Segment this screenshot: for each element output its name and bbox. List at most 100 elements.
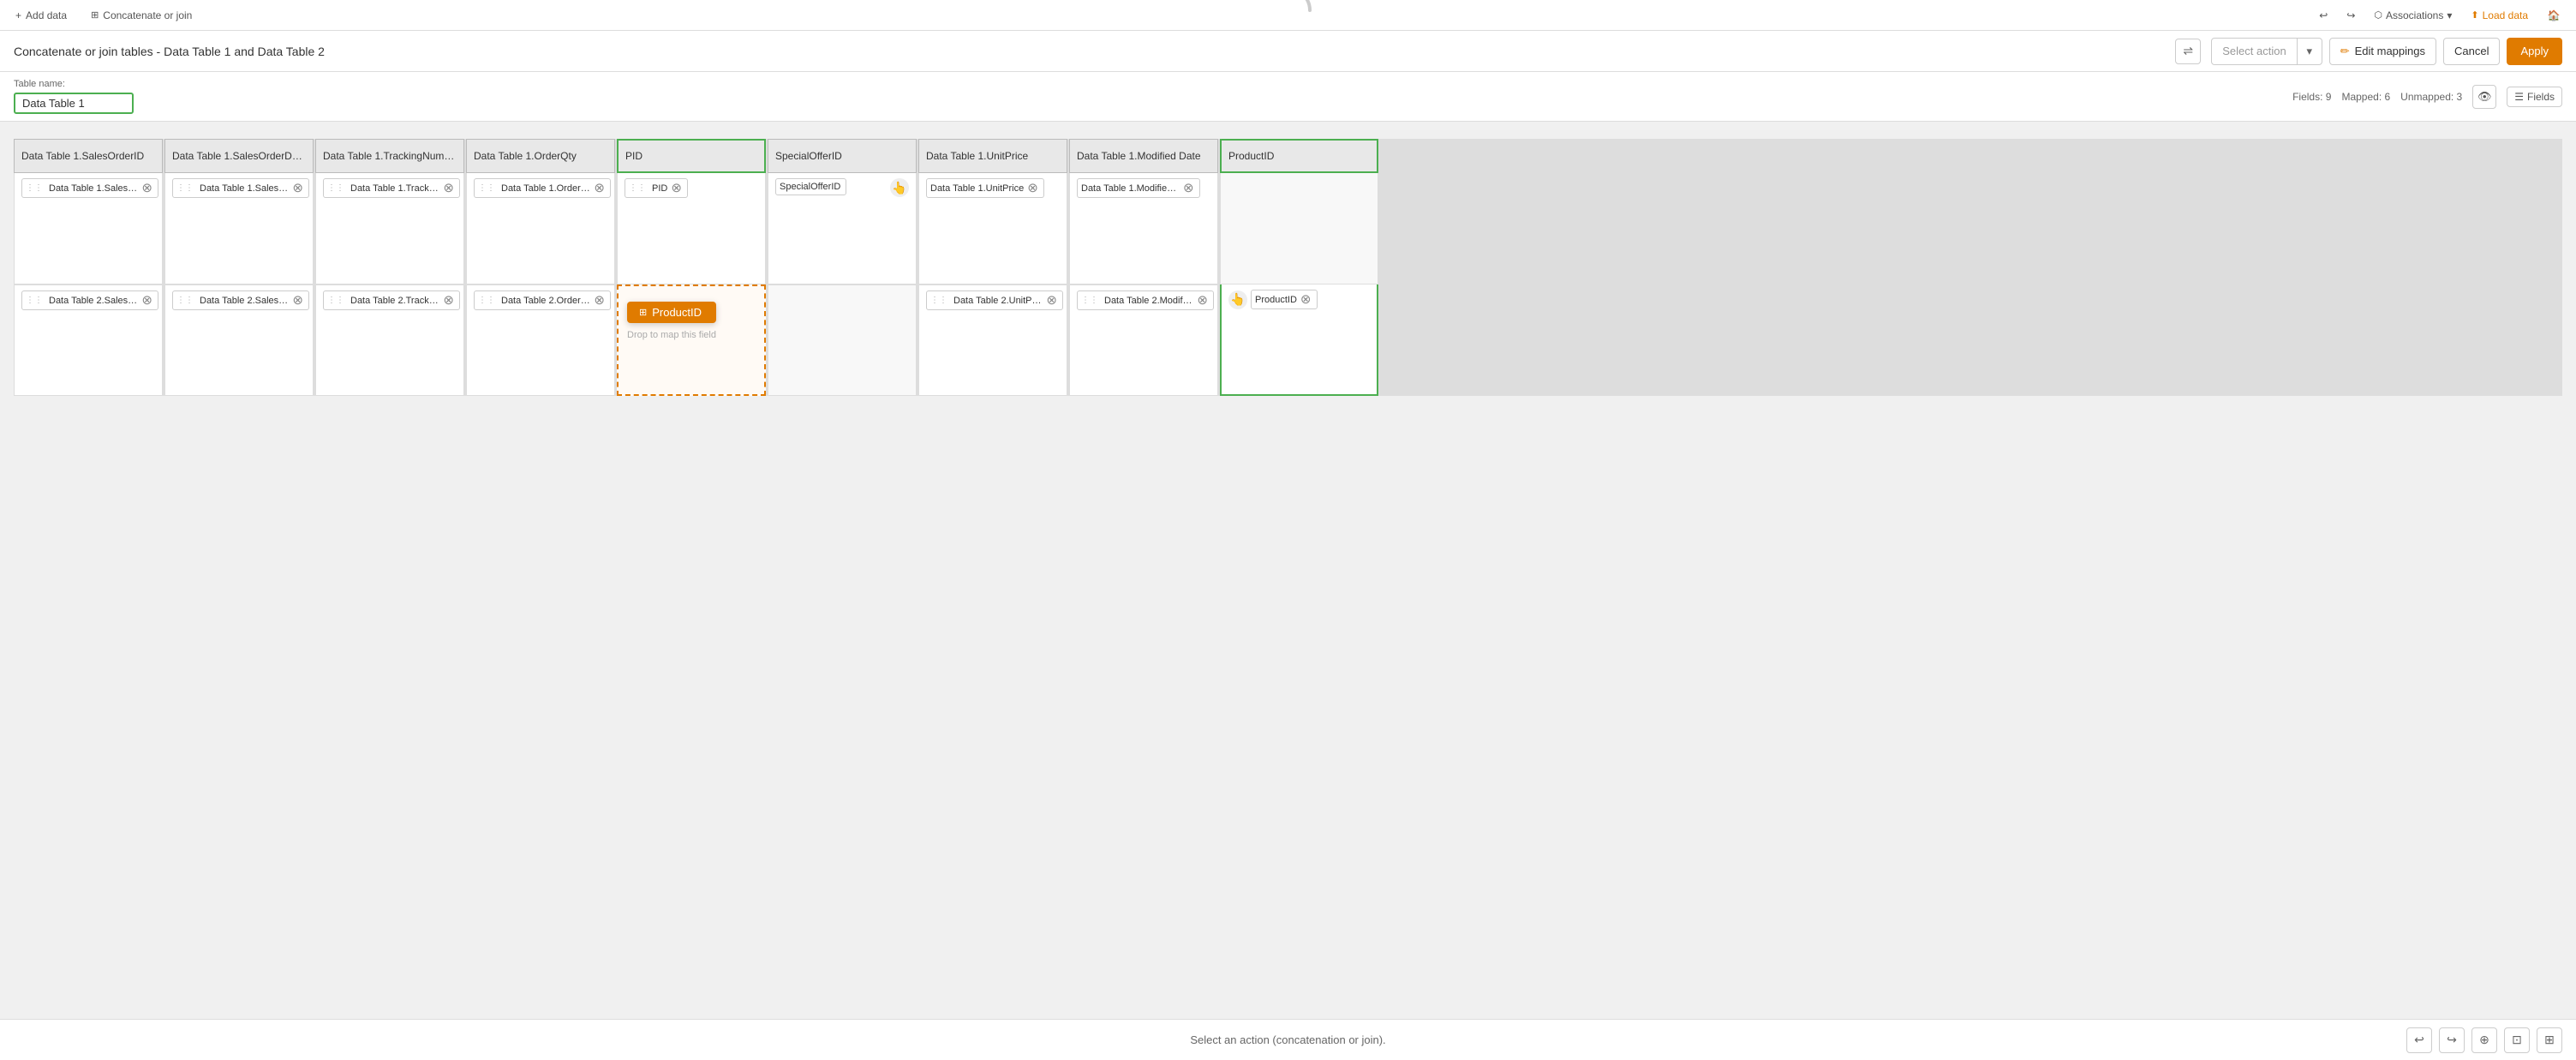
home-icon: 🏠: [2548, 9, 2561, 21]
add-data-button[interactable]: + Add data: [10, 8, 72, 23]
toolbar-title: Concatenate or join tables - Data Table …: [14, 45, 2165, 58]
field-chip-lower-4: ⋮⋮ Data Table 2.OrderQty ⊗: [474, 290, 611, 310]
field-chip-upper-2: ⋮⋮ Data Table 1.SalesOrder... ⊗: [172, 178, 309, 198]
col-lower-pid-dropzone[interactable]: ⊞ ProductID Drop to map this field: [617, 284, 766, 396]
chip-close-button[interactable]: ⊗: [292, 294, 303, 307]
chip-close-button[interactable]: ⊗: [443, 294, 454, 307]
drag-handle-icon[interactable]: ⋮⋮: [26, 183, 43, 193]
swap-button[interactable]: ⇌: [2175, 39, 2201, 64]
undo-bottom-button[interactable]: ↩: [2406, 1027, 2432, 1053]
col-header-pid: PID: [617, 139, 766, 173]
drag-tooltip: ⊞ ProductID: [627, 302, 716, 323]
drag-handle-icon[interactable]: ⋮⋮: [26, 296, 43, 305]
col-upper-specialofferid: SpecialOfferID 👆: [768, 173, 917, 284]
drag-handle-icon[interactable]: ⋮⋮: [176, 296, 194, 305]
column-trackingnumber: Data Table 1.TrackingNumber ⋮⋮ Data Tabl…: [315, 139, 465, 396]
col-lower-productid: 👆 ProductID ⊗: [1220, 284, 1378, 396]
col-lower-salesorderid: ⋮⋮ Data Table 2.SalesOr... ⊗: [14, 284, 163, 396]
col-header-salesorderid: Data Table 1.SalesOrderID: [14, 139, 163, 173]
col-upper-4: ⋮⋮ Data Table 1.OrderQty ⊗: [466, 173, 615, 284]
chip-close-button[interactable]: ⊗: [594, 182, 605, 195]
drag-handle-icon[interactable]: ⋮⋮: [478, 183, 495, 193]
col-header-unitprice: Data Table 1.UnitPrice: [918, 139, 1067, 173]
chip-close-button[interactable]: ⊗: [1197, 294, 1208, 307]
chip-close-button[interactable]: ⊗: [141, 294, 152, 307]
field-chip-lower-8: ⋮⋮ Data Table 2.Modifie... ⊗: [1077, 290, 1214, 310]
column-pid: PID ⋮⋮ PID ⊗ ⊞ ProductID Drop to map thi…: [617, 139, 767, 396]
redo-button[interactable]: ↪: [2341, 8, 2360, 23]
chip-close-button[interactable]: ⊗: [443, 182, 454, 195]
apply-button[interactable]: Apply: [2507, 38, 2562, 65]
chip-close-button[interactable]: ⊗: [1027, 182, 1038, 195]
cancel-button[interactable]: Cancel: [2443, 38, 2500, 65]
concatenate-join-button[interactable]: ⊞ Concatenate or join: [86, 8, 197, 23]
hand-icon: 👆: [1230, 292, 1245, 307]
cursor-icon-productid[interactable]: 👆: [1228, 290, 1247, 309]
drag-tooltip-container: ⊞ ProductID Drop to map this field: [627, 302, 716, 340]
field-chip-upper-7: Data Table 1.UnitPrice ⊗: [926, 178, 1044, 198]
fields-info: Fields: 9 Mapped: 6 Unmapped: 3 👁 ☰ Fiel…: [2292, 85, 2562, 109]
column-orderqty: Data Table 1.OrderQty ⋮⋮ Data Table 1.Or…: [466, 139, 616, 396]
top-nav: + Add data ⊞ Concatenate or join ↩ ↪ ⬡ A…: [0, 0, 2576, 31]
main-canvas: Data Table 1.SalesOrderID ⋮⋮ Data Table …: [0, 122, 2576, 1019]
col-upper-3: ⋮⋮ Data Table 1.TrackingNu... ⊗: [315, 173, 464, 284]
dropdown-arrow[interactable]: ▾: [2298, 39, 2322, 64]
pencil-icon: ✏: [2340, 45, 2350, 58]
col-header-trackingnumber: Data Table 1.TrackingNumber: [315, 139, 464, 173]
table-name-input[interactable]: [14, 93, 134, 114]
redo-bottom-button[interactable]: ↪: [2439, 1027, 2465, 1053]
add-bottom-button[interactable]: ⊕: [2471, 1027, 2497, 1053]
chip-close-button[interactable]: ⊗: [1183, 182, 1194, 195]
col-header-modifieddate: Data Table 1.Modified Date: [1069, 139, 1218, 173]
fields-count: Fields: 9: [2292, 91, 2331, 103]
associations-icon: ⬡: [2374, 9, 2382, 21]
drag-handle-icon[interactable]: ⋮⋮: [327, 296, 344, 305]
chip-close-button[interactable]: ⊗: [594, 294, 605, 307]
chip-close-button[interactable]: ⊗: [671, 182, 682, 195]
productid-chip-row: 👆 ProductID ⊗: [1228, 290, 1318, 309]
col-lower-7: ⋮⋮ Data Table 2.UnitPrice ⊗: [918, 284, 1067, 396]
home-button[interactable]: 🏠: [2542, 3, 2566, 27]
drag-handle-icon[interactable]: ⋮⋮: [478, 296, 495, 305]
col-lower-2: ⋮⋮ Data Table 2.SalesOr... ⊗: [164, 284, 314, 396]
col-upper-productid: [1220, 173, 1378, 284]
column-specialofferid: SpecialOfferID SpecialOfferID 👆: [768, 139, 917, 396]
col-upper-pid: ⋮⋮ PID ⊗: [617, 173, 766, 284]
chip-close-button[interactable]: ⊗: [292, 182, 303, 195]
chevron-down-icon: ▾: [2447, 9, 2452, 21]
cursor-icon: 👆: [892, 181, 906, 195]
edit-mappings-button[interactable]: ✏ Edit mappings: [2329, 38, 2436, 65]
drag-handle-icon[interactable]: ⋮⋮: [629, 183, 646, 193]
drag-handle-icon[interactable]: ⋮⋮: [1081, 296, 1098, 305]
field-chip-lower-3: ⋮⋮ Data Table 2.Trackin... ⊗: [323, 290, 460, 310]
drag-handle-icon[interactable]: ⋮⋮: [176, 183, 194, 193]
table-name-area: Table name:: [14, 79, 134, 114]
field-chip-lower-7: ⋮⋮ Data Table 2.UnitPrice ⊗: [926, 290, 1063, 310]
col-lower-specialofferid: [768, 284, 917, 396]
layout-bottom-button[interactable]: ⊞: [2537, 1027, 2562, 1053]
sub-toolbar: Table name: Fields: 9 Mapped: 6 Unmapped…: [0, 72, 2576, 122]
associations-button[interactable]: ⬡ Associations ▾: [2369, 8, 2457, 23]
unmapped-count: Unmapped: 3: [2400, 91, 2462, 103]
action-icon-specialofferid[interactable]: 👆: [890, 178, 909, 197]
fields-panel-button[interactable]: ☰ Fields: [2507, 87, 2562, 107]
field-chip-upper-pid: ⋮⋮ PID ⊗: [625, 178, 688, 198]
swap-icon: ⇌: [2183, 44, 2193, 58]
upload-icon: ⬆: [2471, 9, 2478, 21]
mapped-count: Mapped: 6: [2341, 91, 2390, 103]
visibility-toggle-button[interactable]: 👁: [2472, 85, 2496, 109]
grid-bottom-button[interactable]: ⊡: [2504, 1027, 2530, 1053]
chip-close-button[interactable]: ⊗: [1046, 294, 1057, 307]
chip-close-button[interactable]: ⊗: [1300, 293, 1312, 306]
chip-close-button[interactable]: ⊗: [141, 182, 152, 195]
drag-handle-icon[interactable]: ⋮⋮: [327, 183, 344, 193]
column-salesorderid: Data Table 1.SalesOrderID ⋮⋮ Data Table …: [14, 139, 164, 396]
col-lower-3: ⋮⋮ Data Table 2.Trackin... ⊗: [315, 284, 464, 396]
field-chip-upper-3: ⋮⋮ Data Table 1.TrackingNu... ⊗: [323, 178, 460, 198]
toolbar-actions: Select action ▾ ✏ Edit mappings Cancel A…: [2211, 38, 2562, 65]
col-upper-8: Data Table 1.Modified Date ⊗: [1069, 173, 1218, 284]
select-action-dropdown[interactable]: Select action ▾: [2211, 38, 2322, 65]
load-data-button[interactable]: ⬆ Load data: [2465, 8, 2533, 23]
drag-handle-icon[interactable]: ⋮⋮: [930, 296, 947, 305]
undo-button[interactable]: ↩: [2314, 8, 2333, 23]
